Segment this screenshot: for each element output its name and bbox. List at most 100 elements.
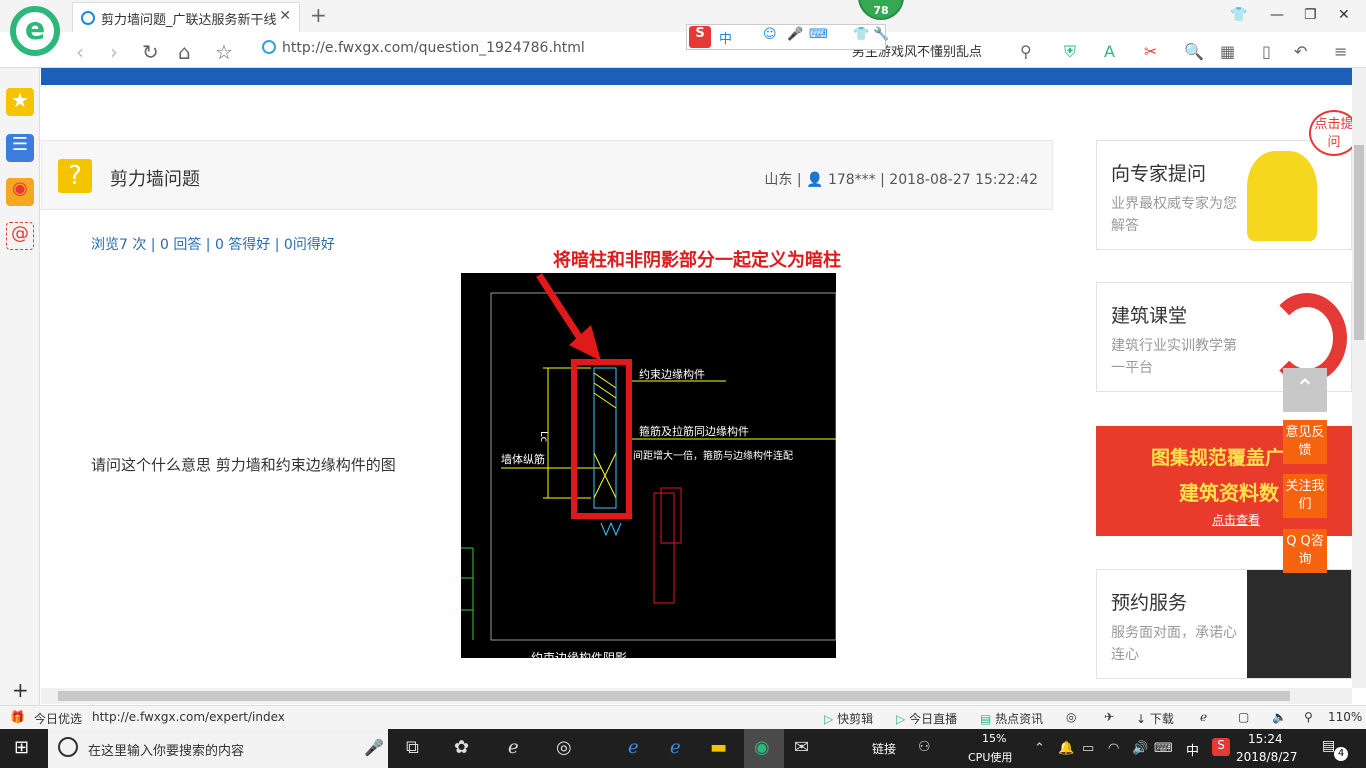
- file-explorer-icon[interactable]: ▬: [710, 737, 727, 758]
- page-content: ? 剪力墙问题 山东 | 👤 178*** | 2018-08-27 15:22…: [41, 68, 1352, 688]
- vertical-scroll-thumb[interactable]: [1354, 145, 1364, 340]
- shield-icon[interactable]: ⛨: [1064, 42, 1076, 62]
- task-view-icon[interactable]: ⧉: [406, 737, 419, 758]
- wrench-icon[interactable]: 🔧: [873, 27, 889, 42]
- mic-icon[interactable]: 🎤: [787, 27, 803, 42]
- maximize-button[interactable]: ❐: [1304, 7, 1317, 23]
- forward-icon[interactable]: ›: [110, 40, 118, 64]
- appointment-card[interactable]: 预约服务 服务面对面，承诺心连心: [1096, 569, 1352, 679]
- mascot-image: [1247, 151, 1317, 241]
- building-class-desc: 建筑行业实训教学第一平台: [1111, 338, 1237, 376]
- weibo-icon[interactable]: ◉: [6, 178, 34, 206]
- speaker-icon[interactable]: 🔊: [1132, 741, 1148, 756]
- keyboard-icon[interactable]: ⌨: [809, 27, 828, 42]
- browser-logo: e: [10, 6, 60, 56]
- emoji-icon[interactable]: ☺: [763, 27, 777, 42]
- home-icon[interactable]: ⌂: [178, 40, 191, 64]
- ie-icon[interactable]: ℯ: [1200, 710, 1207, 724]
- add-sidebar-icon[interactable]: +: [12, 678, 29, 702]
- translate-icon[interactable]: A: [1104, 42, 1115, 61]
- email-icon[interactable]: @: [6, 222, 34, 250]
- live-link[interactable]: ▷ 今日直播: [896, 710, 957, 727]
- cpu-percent: 15%: [982, 732, 1007, 745]
- ask-expert-card[interactable]: 向专家提问 业界最权威专家为您解答: [1096, 140, 1352, 250]
- cortana-icon: [58, 737, 78, 757]
- feedback-button[interactable]: 意见反馈: [1283, 420, 1327, 464]
- close-window-button[interactable]: ✕: [1338, 7, 1350, 23]
- ask-bubble[interactable]: 点击提问: [1309, 110, 1352, 156]
- people-icon[interactable]: ⚇: [918, 739, 931, 755]
- menu-icon[interactable]: ≡: [1334, 42, 1347, 61]
- back-icon[interactable]: ‹: [76, 40, 84, 64]
- windows-start-icon[interactable]: ⊞: [14, 737, 29, 758]
- links-label[interactable]: 链接: [872, 740, 896, 757]
- new-tab-button[interactable]: +: [310, 3, 327, 27]
- keyboard-tray-icon[interactable]: ⌨: [1154, 741, 1173, 756]
- search-icon[interactable]: ⚲: [1020, 42, 1032, 61]
- taskbar-search[interactable]: 在这里输入你要搜索的内容 🎤: [48, 729, 388, 768]
- browser-taskbar-active[interactable]: ◉: [744, 729, 784, 768]
- qq-consult-button[interactable]: Q Q咨询: [1283, 529, 1327, 573]
- question-title: 剪力墙问题: [110, 169, 200, 190]
- scissors-icon[interactable]: ✂: [1144, 42, 1157, 61]
- appointment-title: 预约服务: [1111, 592, 1188, 614]
- ie-taskbar-icon[interactable]: ℯ: [670, 737, 681, 758]
- hot-news-link[interactable]: ▤ 热点资讯: [980, 710, 1043, 727]
- banner-cta[interactable]: 点击查看: [1212, 511, 1260, 528]
- back-to-top-button[interactable]: ⌃: [1283, 368, 1327, 412]
- swirl-app-icon[interactable]: ◎: [556, 737, 572, 758]
- notification-badge[interactable]: 78: [858, 0, 904, 20]
- question-stats[interactable]: 浏览7 次 | 0 回答 | 0 答得好 | 0问得好: [91, 234, 335, 254]
- magnifier-icon[interactable]: 🔍: [1184, 42, 1204, 61]
- edge-legacy-icon[interactable]: ℯ: [508, 737, 519, 758]
- favorite-star-icon[interactable]: ☆: [215, 40, 233, 64]
- undo-icon[interactable]: ↶: [1294, 42, 1307, 61]
- input-lang[interactable]: 中: [1186, 740, 1199, 759]
- sogou-icon: S: [689, 26, 711, 48]
- clock-time[interactable]: 15:24: [1248, 732, 1283, 746]
- window-icon[interactable]: ▢: [1238, 710, 1249, 724]
- phone-icon[interactable]: ▯: [1262, 42, 1271, 61]
- mail-icon[interactable]: ✉: [794, 737, 809, 758]
- favorites-icon[interactable]: ★: [6, 88, 34, 116]
- banner-line2: 建筑资料数: [1179, 481, 1279, 505]
- mic-icon[interactable]: 🎤: [364, 738, 384, 757]
- cad-label-bottom: 约束边缘构件阴影: [531, 650, 627, 658]
- cad-drawing-image[interactable]: 约束边缘构件 箍筋及拉筋同边缘构件 间距增大一倍，箍筋与边缘构件连配 墙体纵筋 …: [461, 273, 836, 658]
- ie-mode-icon[interactable]: ◎: [1066, 710, 1076, 724]
- tab-active[interactable]: 剪力墙问题_广联达服务新干线 ✕: [72, 2, 300, 32]
- tray-expand-icon[interactable]: ⌃: [1034, 741, 1045, 756]
- sogou-tray-icon[interactable]: S: [1212, 738, 1230, 756]
- volume-icon[interactable]: 🔈: [1272, 710, 1287, 724]
- shirt-icon[interactable]: 👕: [1230, 7, 1247, 23]
- quick-edit-link[interactable]: ▷ 快剪辑: [824, 710, 873, 727]
- taskbar-search-placeholder: 在这里输入你要搜索的内容: [88, 744, 245, 759]
- reader-icon[interactable]: ☰: [6, 134, 34, 162]
- apps-grid-icon[interactable]: ▦: [1220, 42, 1235, 61]
- question-user[interactable]: 178***: [828, 172, 876, 188]
- edge-icon[interactable]: ℯ: [628, 737, 639, 758]
- horizontal-scroll-thumb[interactable]: [58, 691, 1290, 701]
- title-bar: 剪力墙问题_广联达服务新干线 ✕ + 78 👕 — ❐ ✕: [0, 0, 1366, 32]
- tab-close-icon[interactable]: ✕: [279, 8, 291, 24]
- zoom-level[interactable]: 110%: [1328, 710, 1362, 724]
- ask-expert-title: 向专家提问: [1111, 163, 1207, 185]
- notification-bell-icon[interactable]: 🔔: [1058, 741, 1074, 756]
- fan-app-icon[interactable]: ✿: [454, 737, 469, 758]
- download-link[interactable]: ↓ 下载: [1136, 710, 1174, 727]
- minimize-button[interactable]: —: [1270, 7, 1284, 23]
- zoom-icon[interactable]: ⚲: [1304, 710, 1313, 724]
- refresh-icon[interactable]: ↻: [142, 40, 159, 64]
- battery-icon[interactable]: ▭: [1082, 741, 1094, 756]
- wifi-icon[interactable]: ◠: [1108, 741, 1119, 756]
- skin-icon[interactable]: 👕: [853, 27, 869, 42]
- gift-icon: 🎁: [10, 710, 25, 724]
- today-pick-link[interactable]: 今日优选: [34, 710, 82, 727]
- address-bar[interactable]: http://e.fwxgx.com/question_1924786.html: [262, 40, 585, 56]
- pin-icon[interactable]: ✈: [1104, 710, 1114, 724]
- ime-toolbar[interactable]: S 中 ☺ 🎤 ⌨ 👕 🔧: [686, 24, 889, 50]
- clock-date[interactable]: 2018/8/27: [1236, 750, 1298, 764]
- user-icon: 👤: [806, 172, 824, 188]
- site-info-icon: [262, 40, 276, 54]
- follow-us-button[interactable]: 关注我们: [1283, 474, 1327, 518]
